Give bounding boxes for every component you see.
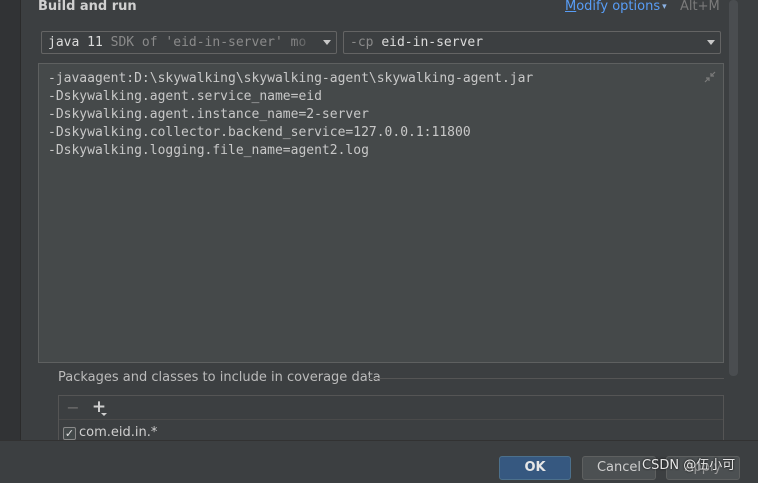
left-panel-strip [0,0,21,440]
section-divider [369,378,724,379]
vm-option-line: -Dskywalking.agent.instance_name=2-serve… [48,107,369,122]
modify-options-mnemonic: M [565,0,577,14]
add-pattern-button[interactable]: + [91,399,107,416]
coverage-section-title: Packages and classes to include in cover… [58,370,381,385]
dropdown-triangle-icon [101,413,107,416]
vm-option-line: -javaagent:D:\skywalking\skywalking-agen… [48,71,534,86]
section-title: Build and run [38,0,137,14]
remove-pattern-button[interactable]: − [66,400,80,416]
vm-option-line: -Dskywalking.collector.backend_service=1… [48,125,471,140]
classpath-module-select[interactable]: -cp eid-in-server [343,31,721,54]
pattern-checkbox[interactable]: ✓ [63,426,76,440]
watermark: CSDN @伍小可 [642,458,736,473]
vm-option-line: -Dskywalking.agent.service_name=eid [48,89,322,104]
chevron-down-icon [323,40,331,45]
vm-options-editor[interactable]: -javaagent:D:\skywalking\skywalking-agen… [38,63,724,363]
jre-detail: SDK of 'eid-in-server' mo [110,35,307,50]
jre-select[interactable]: java 11 SDK of 'eid-in-server' mo [41,31,337,54]
collapse-icon[interactable] [704,71,716,83]
combo-fade [292,32,318,53]
vm-option-line: -Dskywalking.logging.file_name=agent2.lo… [48,143,369,158]
vertical-scrollbar[interactable] [729,0,738,376]
chevron-down-icon: ▾ [662,2,667,12]
modify-options-label: odify options [576,0,661,14]
classpath-flag: -cp [350,35,374,50]
ok-button[interactable]: OK [499,456,571,480]
coverage-toolbar: − + [59,396,723,420]
classpath-module: eid-in-server [381,35,484,50]
jre-version: java 11 [48,35,103,50]
modify-options-shortcut: Alt+M [680,0,720,14]
modify-options-link[interactable]: Modify options ▾ [565,0,667,16]
chevron-down-icon [707,40,715,45]
